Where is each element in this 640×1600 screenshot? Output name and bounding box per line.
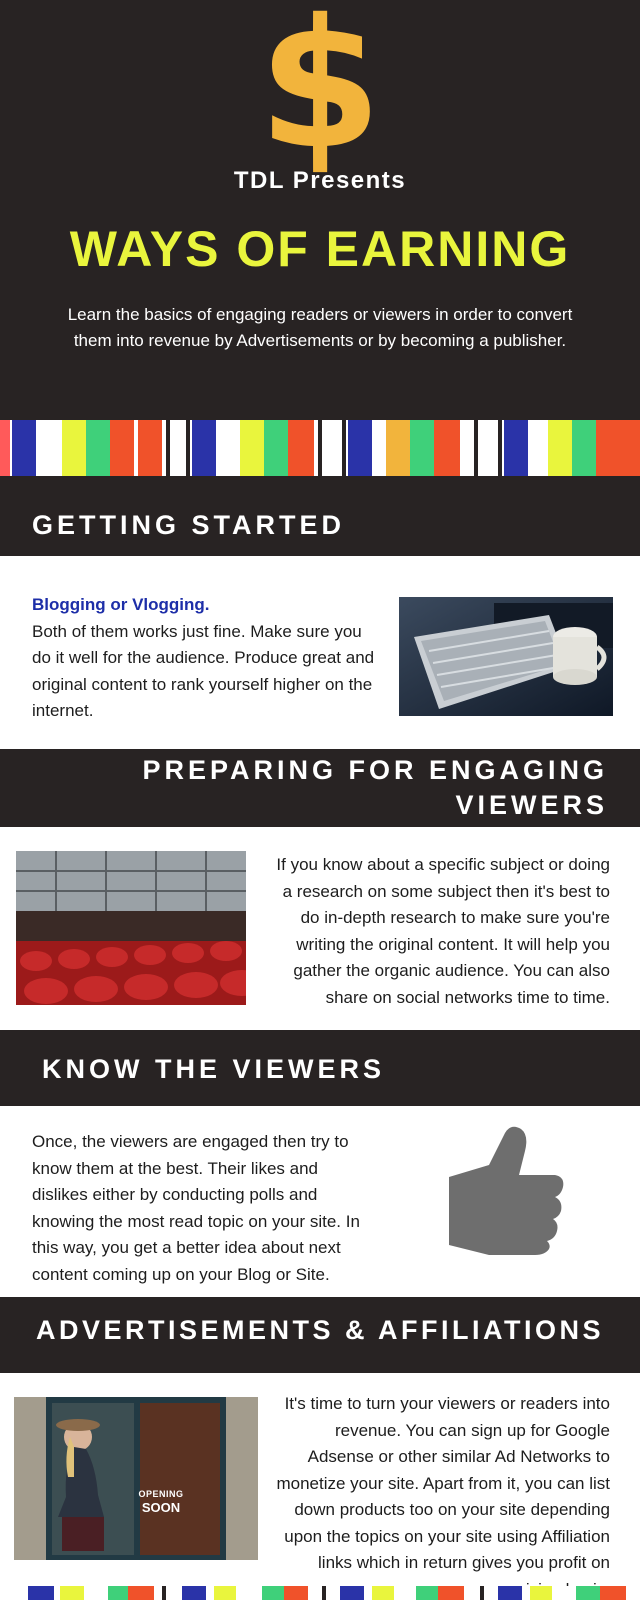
section-header-advertisements: ADVERTISEMENTS & AFFILIATIONS: [0, 1297, 640, 1373]
color-strip-segment: [348, 420, 372, 476]
color-strip-segment: [372, 1586, 394, 1600]
color-strip-segment: [166, 420, 170, 476]
color-strip-segment: [480, 1586, 484, 1600]
color-strip-segment: [474, 420, 478, 476]
color-strip-segment: [262, 1586, 284, 1600]
storefront-photo: OPENING SOON: [14, 1397, 258, 1560]
color-strip-segment: [572, 420, 596, 476]
color-strip-segment: [410, 420, 434, 476]
color-strip-segment: [28, 1586, 54, 1600]
section-heading-line2: VIEWERS: [455, 790, 608, 820]
color-strip-segment: [504, 420, 528, 476]
section-heading: ADVERTISEMENTS & AFFILIATIONS: [35, 1315, 604, 1345]
color-strip-segment: [128, 1586, 154, 1600]
color-strip-segment: [498, 1586, 522, 1600]
color-strip-segment: [340, 1586, 364, 1600]
color-strip-segment: [528, 420, 548, 476]
section-body-getting-started: Blogging or Vlogging. Both of them works…: [32, 592, 377, 725]
color-strip-segment: [318, 420, 322, 476]
section-header-getting-started: GETTING STARTED: [0, 476, 640, 556]
section-heading-line1: PREPARING FOR ENGAGING: [142, 755, 608, 785]
color-strip-segment: [108, 1586, 128, 1600]
color-strip-segment: [162, 1586, 166, 1600]
color-strip-segment: [342, 420, 346, 476]
color-strip-segment: [322, 1586, 326, 1600]
color-strip-segment: [548, 420, 572, 476]
opening-soon-sign: OPENING SOON: [133, 1488, 189, 1514]
color-strip-segment: [192, 420, 216, 476]
section-kicker: Blogging or Vlogging.: [32, 595, 210, 614]
color-strip-segment: [264, 420, 288, 476]
color-strip-segment: [600, 1586, 626, 1600]
section-header-know-viewers: KNOW THE VIEWERS: [0, 1030, 640, 1106]
color-strip-segment: [288, 420, 314, 476]
hero-section: $ TDL Presents WAYS OF EARNING Learn the…: [0, 0, 640, 420]
color-strip-segment: [214, 1586, 236, 1600]
dollar-icon: $: [258, 0, 382, 188]
color-strip-segment: [12, 420, 36, 476]
color-strip-segment: [62, 420, 86, 476]
section-body-preparing: If you know about a specific subject or …: [276, 855, 610, 1007]
thumbs-up-icon: [449, 1125, 565, 1255]
color-strip-segment: [498, 420, 502, 476]
keyboard-photo: [399, 597, 613, 716]
color-strip-segment: [240, 420, 264, 476]
section-header-preparing: PREPARING FOR ENGAGING VIEWERS: [0, 749, 640, 827]
color-strip-segment: [110, 420, 134, 476]
section-heading: PREPARING FOR ENGAGING VIEWERS: [142, 753, 608, 823]
color-strip-segment: [0, 420, 10, 476]
color-strip-segment: [596, 420, 640, 476]
color-strip-segment: [182, 1586, 206, 1600]
color-strip-segment: [186, 420, 190, 476]
auditorium-photo: [16, 851, 246, 1005]
section-heading: KNOW THE VIEWERS: [42, 1054, 386, 1084]
color-strip-bottom: [0, 1586, 640, 1600]
color-strip-segment: [416, 1586, 438, 1600]
page-subtitle: Learn the basics of engaging readers or …: [67, 305, 573, 350]
color-strip-segment: [86, 420, 110, 476]
color-strip-segment: [372, 420, 386, 476]
color-strip-segment: [216, 420, 240, 476]
color-strip-segment: [284, 1586, 308, 1600]
section-body-know-viewers: Once, the viewers are engaged then try t…: [32, 1132, 360, 1284]
color-strip-segment: [60, 1586, 84, 1600]
page-title: WAYS OF EARNING: [69, 221, 571, 277]
section-text: Both of them works just fine. Make sure …: [32, 621, 375, 721]
color-strip-top: [0, 420, 640, 476]
color-strip-segment: [434, 420, 460, 476]
sign-line-soon: SOON: [141, 1500, 181, 1515]
section-heading: GETTING STARTED: [32, 510, 345, 540]
color-strip-segment: [438, 1586, 464, 1600]
color-strip-segment: [138, 420, 162, 476]
color-strip-segment: [530, 1586, 552, 1600]
infographic-page: $ TDL Presents WAYS OF EARNING Learn the…: [0, 0, 640, 1600]
section-body-advertisements: It's time to turn your viewers or reader…: [276, 1394, 610, 1599]
presents-label: TDL Presents: [233, 167, 407, 194]
color-strip-segment: [576, 1586, 600, 1600]
color-strip-segment: [386, 420, 410, 476]
color-strip-segment: [38, 420, 62, 476]
